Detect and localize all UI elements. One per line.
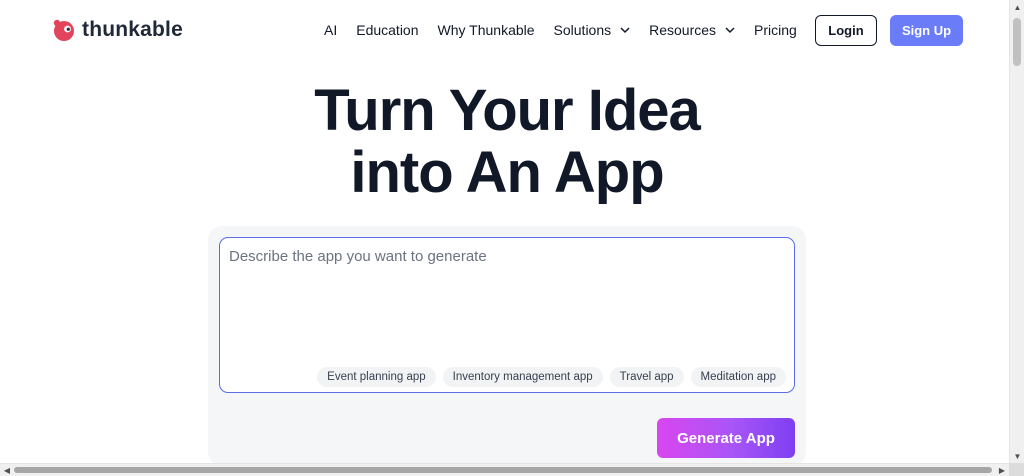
brand-name: thunkable: [82, 18, 183, 41]
suggestion-chip[interactable]: Travel app: [609, 367, 684, 387]
title-line-2: into An App: [350, 140, 664, 205]
logo[interactable]: thunkable: [52, 18, 183, 42]
horizontal-scroll-thumb[interactable]: [14, 467, 992, 473]
nav-item-resources[interactable]: Resources: [649, 22, 735, 38]
suggestion-chip[interactable]: Meditation app: [690, 367, 786, 387]
scroll-right-icon[interactable]: ▶: [995, 464, 1009, 476]
scroll-left-icon[interactable]: ◀: [0, 464, 14, 476]
suggestion-chip[interactable]: Event planning app: [317, 367, 436, 387]
chevron-down-icon: [620, 27, 630, 34]
scroll-down-icon[interactable]: ▼: [1010, 449, 1024, 463]
scrollbar-corner: [1009, 463, 1024, 476]
nav-item-label: Why Thunkable: [437, 22, 535, 38]
scroll-up-icon[interactable]: ▲: [1010, 0, 1024, 14]
signup-button[interactable]: Sign Up: [890, 15, 963, 46]
generate-app-button[interactable]: Generate App: [657, 418, 795, 458]
nav-item-label: AI: [324, 22, 338, 38]
main-nav: AI Education Why Thunkable Solutions Res…: [324, 22, 816, 38]
nav-item-label: Education: [356, 22, 419, 38]
nav-item-education[interactable]: Education: [356, 22, 418, 38]
nav-item-ai[interactable]: AI: [324, 22, 337, 38]
suggestion-chips: Event planning app Inventory management …: [310, 367, 786, 387]
nav-item-label: Resources: [649, 22, 717, 38]
login-button[interactable]: Login: [815, 15, 877, 46]
nav-item-why-thunkable[interactable]: Why Thunkable: [438, 22, 535, 38]
nav-item-label: Solutions: [553, 22, 612, 38]
page: thunkable AI Education Why Thunkable Sol…: [0, 0, 1009, 463]
input-placeholder: Describe the app you want to generate: [229, 248, 487, 265]
page-title: Turn Your Idea into An App: [0, 80, 1009, 204]
site-header: thunkable AI Education Why Thunkable Sol…: [0, 0, 1009, 62]
thunkable-logo-icon: [53, 19, 74, 41]
suggestion-chip[interactable]: Inventory management app: [442, 367, 603, 387]
title-line-1: Turn Your Idea: [314, 78, 701, 143]
vertical-scrollbar[interactable]: ▲ ▼: [1009, 0, 1024, 463]
vertical-scroll-thumb[interactable]: [1013, 18, 1021, 66]
nav-item-pricing[interactable]: Pricing: [754, 22, 797, 38]
horizontal-scrollbar[interactable]: ◀ ▶: [0, 463, 1009, 476]
app-description-input[interactable]: Describe the app you want to generate Ev…: [219, 237, 795, 393]
nav-item-solutions[interactable]: Solutions: [554, 22, 631, 38]
chevron-down-icon: [725, 27, 735, 34]
nav-item-label: Pricing: [754, 22, 797, 38]
